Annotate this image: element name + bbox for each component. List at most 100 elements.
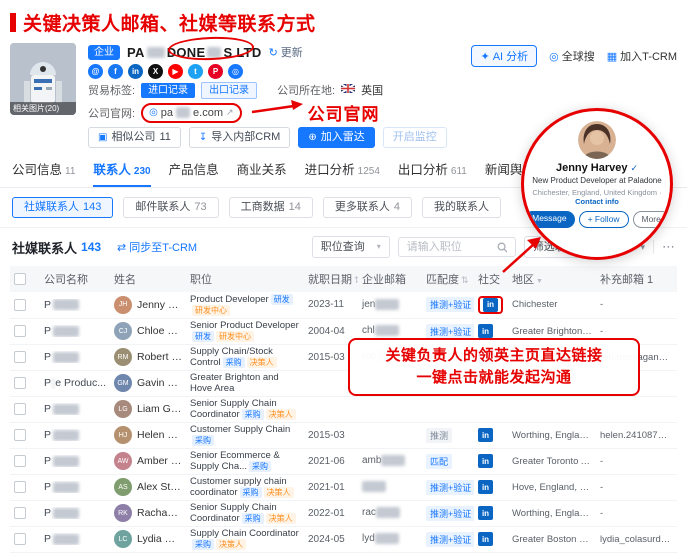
import-crm-button[interactable]: ↧导入内部CRM xyxy=(189,127,290,148)
company-website-link[interactable]: ◎ pae.com ↗ xyxy=(141,103,242,123)
row-checkbox-cell xyxy=(10,474,40,500)
more-options-icon[interactable]: ⋯ xyxy=(662,239,675,255)
row-checkbox-cell xyxy=(10,396,40,422)
refresh-button[interactable]: ↻更新 xyxy=(269,44,303,60)
match-badge: 推测+验证 xyxy=(426,480,474,495)
name-cell: LGLiam Gent xyxy=(110,396,186,422)
x-icon[interactable]: X xyxy=(148,64,163,79)
sort-icon[interactable]: ⇅ xyxy=(354,275,358,285)
globe-icon: ◎ xyxy=(149,107,158,118)
contact-name: Lydia Colasurdo xyxy=(137,533,182,545)
filter-chip-business-data[interactable]: 工商数据14 xyxy=(229,197,313,218)
import-records-chip[interactable]: 进口记录 xyxy=(141,83,195,98)
company-email-cell: rac xyxy=(358,500,422,526)
row-checkbox[interactable] xyxy=(14,429,26,441)
export-records-chip[interactable]: 出口记录 xyxy=(201,82,257,99)
facebook-icon[interactable]: f xyxy=(108,64,123,79)
name-cell: RMRobert Monta... xyxy=(110,344,186,370)
contact-identity: RMRobert Monta... xyxy=(114,348,182,366)
row-checkbox[interactable] xyxy=(14,533,26,545)
tab-business-relations[interactable]: 商业关系 xyxy=(237,159,287,187)
match-cell: 推测+验证 xyxy=(422,474,474,500)
blurred-text xyxy=(53,326,79,337)
contact-identity: LGLiam Gent xyxy=(114,400,182,418)
pinterest-icon[interactable]: P xyxy=(208,64,223,79)
blurred-email xyxy=(376,507,400,518)
search-icon[interactable] xyxy=(497,242,507,253)
name-cell: RKRachael Kelly xyxy=(110,500,186,526)
match-badge: 匹配 xyxy=(426,454,452,469)
add-radar-button[interactable]: ⊕加入雷达 xyxy=(298,127,374,148)
join-tcrm-button[interactable]: ▦加入T-CRM xyxy=(607,48,677,64)
globe-icon[interactable]: ◎ xyxy=(228,64,243,79)
row-checkbox[interactable] xyxy=(14,481,26,493)
blurred-text xyxy=(147,47,165,58)
linkedin-link-wrap: in xyxy=(478,506,493,520)
linkedin-icon[interactable]: in xyxy=(128,64,143,79)
linkedin-icon[interactable]: in xyxy=(483,298,498,312)
filter-chip-social-contacts[interactable]: 社媒联系人143 xyxy=(12,197,113,218)
blurred-text xyxy=(53,482,79,493)
position-query-dropdown[interactable]: 职位查询▾ xyxy=(312,236,390,258)
message-button[interactable]: Message xyxy=(524,211,575,228)
similar-companies-button[interactable]: ▣相似公司11 xyxy=(88,127,181,148)
linkedin-icon[interactable]: in xyxy=(478,428,493,442)
follow-button[interactable]: + Follow xyxy=(579,211,629,228)
name-cell: LC Lydia Colasurdo xyxy=(110,526,186,552)
row-checkbox-cell xyxy=(10,500,40,526)
company-name-masked: P xyxy=(44,507,106,519)
contact-info-link[interactable]: Contact info xyxy=(575,197,619,206)
callout-line-2: 一键点击就能发起沟通 xyxy=(416,368,571,388)
column-header-label: 公司名称 xyxy=(44,274,88,286)
select-all-cell xyxy=(10,266,40,292)
row-checkbox[interactable] xyxy=(14,403,26,415)
global-search-button[interactable]: ◎全球搜 xyxy=(549,48,595,64)
row-checkbox[interactable] xyxy=(14,351,26,363)
tab-products[interactable]: 产品信息 xyxy=(169,159,219,187)
blurred-email xyxy=(375,533,399,544)
avatar: LC xyxy=(114,530,132,548)
company-photo[interactable]: 相关图片(20) xyxy=(10,43,76,115)
contact-identity: JHJenny Harvey xyxy=(114,296,182,314)
tab-import-analysis[interactable]: 进口分析1254 xyxy=(305,159,380,187)
linkedin-icon[interactable]: in xyxy=(478,324,493,338)
row-checkbox[interactable] xyxy=(14,455,26,467)
filter-chip-more-contacts[interactable]: 更多联系人4 xyxy=(323,197,412,218)
start-date-cell: 2022-01 xyxy=(304,500,358,526)
email-icon[interactable]: @ xyxy=(88,64,103,79)
row-checkbox[interactable] xyxy=(14,299,26,311)
twitter-icon[interactable]: t xyxy=(188,64,203,79)
title-red-bar xyxy=(10,13,16,32)
annotation-title: 关键决策人邮箱、社媒等联系方式 xyxy=(0,0,687,41)
youtube-icon[interactable]: ▶ xyxy=(168,64,183,79)
sort-icon[interactable]: ⇅ xyxy=(461,275,469,285)
tab-company-info[interactable]: 公司信息11 xyxy=(12,159,75,187)
row-checkbox[interactable] xyxy=(14,377,26,389)
verified-icon: ✓ xyxy=(631,163,639,174)
position-tag: 决策人 xyxy=(264,487,294,498)
more-button[interactable]: More xyxy=(633,211,670,228)
row-checkbox[interactable] xyxy=(14,507,26,519)
linkedin-icon[interactable]: in xyxy=(478,480,493,494)
select-all-checkbox[interactable] xyxy=(14,273,26,285)
filter-chip-email-contacts[interactable]: 邮件联系人73 xyxy=(123,197,218,218)
position-title: Senior Product Developer xyxy=(190,320,299,331)
tab-contacts[interactable]: 联系人230 xyxy=(93,159,150,187)
filter-icon[interactable]: ▼ xyxy=(536,278,543,285)
row-checkbox[interactable] xyxy=(14,325,26,337)
linkedin-icon[interactable]: in xyxy=(478,454,493,468)
contact-identity: AWAmber Whitty xyxy=(114,452,182,470)
filter-chip-my-contacts[interactable]: 我的联系人 xyxy=(422,197,501,218)
avatar: AW xyxy=(114,452,132,470)
linkedin-icon[interactable]: in xyxy=(478,532,493,546)
start-monitor-button[interactable]: 开启监控 xyxy=(383,127,447,148)
tab-export-analysis[interactable]: 出口分析611 xyxy=(398,159,467,187)
position-cell: Senior Supply Chain Coordinator采购决策人 xyxy=(186,396,304,422)
sync-tcrm-button[interactable]: ⇄同步至T-CRM xyxy=(117,239,197,255)
position-search-input[interactable] xyxy=(407,241,493,253)
company-name-masked: P xyxy=(44,351,106,363)
ai-analysis-button[interactable]: ✦AI 分析 xyxy=(471,45,537,67)
extra-email-cell: - xyxy=(596,292,677,318)
linkedin-icon[interactable]: in xyxy=(478,506,493,520)
position-cell: Customer Supply Chain采购 xyxy=(186,422,304,448)
